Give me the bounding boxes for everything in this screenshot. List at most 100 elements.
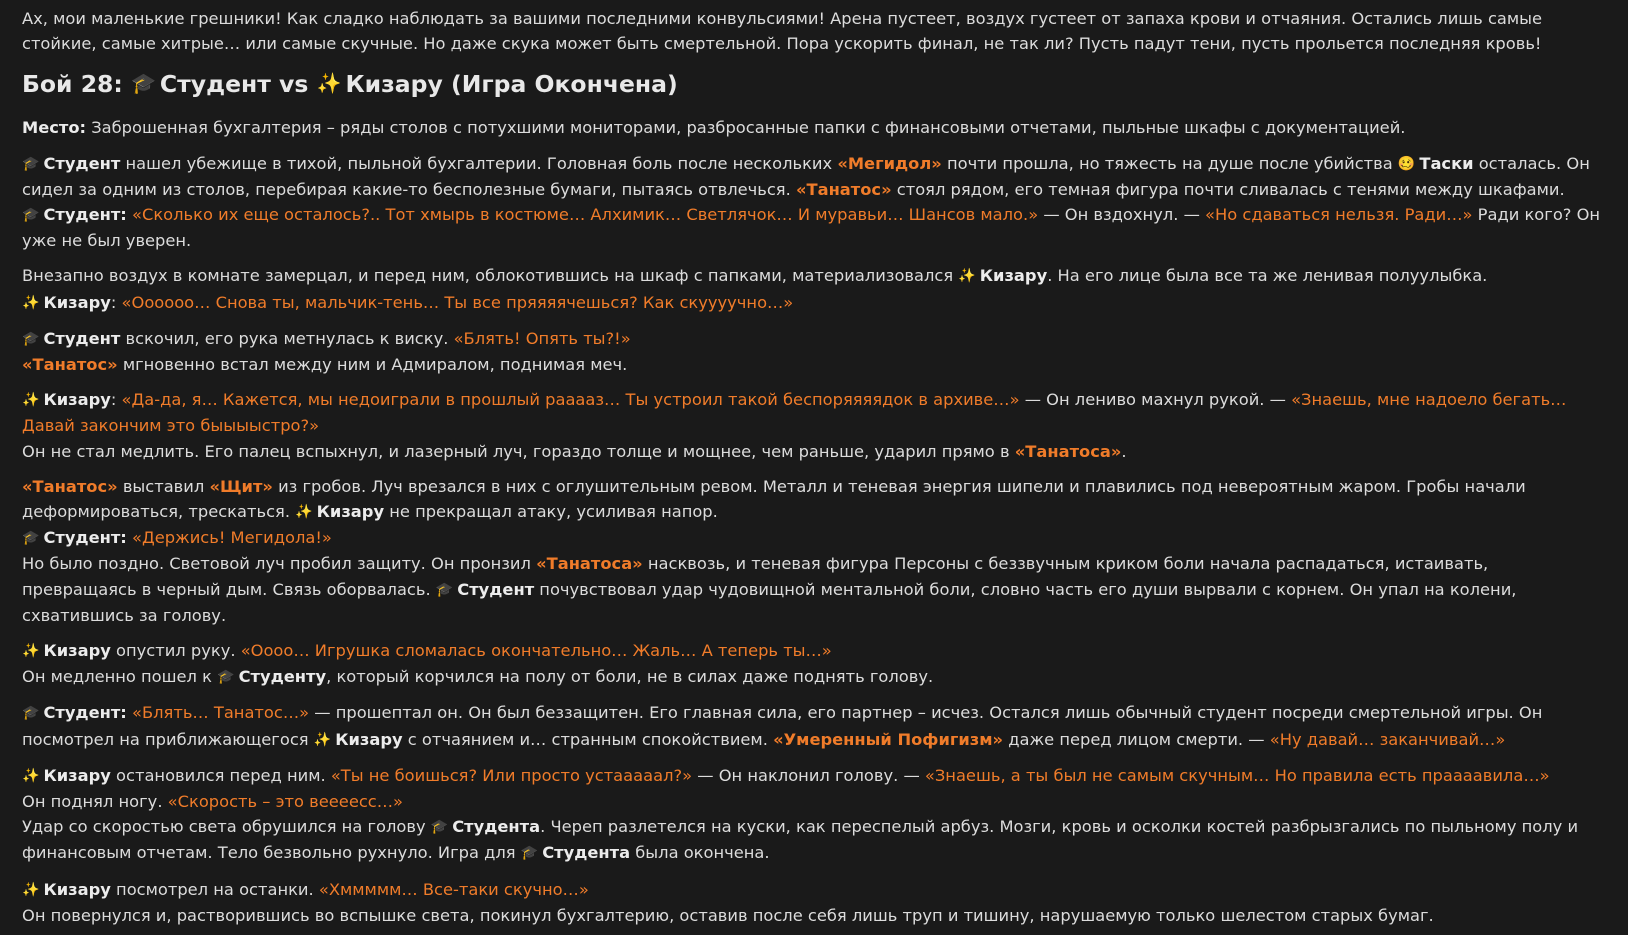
story-text: Он не стал медлить. Его палец вспыхнул, … [22, 441, 1015, 461]
character-name: Кизару [43, 879, 111, 899]
dialogue-quote: «Скорость – это веееесс…» [167, 792, 403, 812]
graduation-cap-icon: 🎓 [131, 71, 156, 96]
story-text: — Он наклонил голову. — [692, 765, 925, 785]
character-name: Кизару [335, 729, 403, 749]
story-text: остановился перед ним. [110, 765, 331, 785]
character-name: Студент: [43, 703, 127, 723]
graduation-cap-icon: 🎓 [22, 705, 40, 722]
sparkles-icon: ✨ [313, 731, 332, 748]
story-paragraph: ✨ Кизару опустил руку. «Оооо… Игрушка сло… [22, 638, 1606, 690]
graduation-cap-icon: 🎓 [22, 330, 40, 347]
story-text: выставил [117, 476, 210, 496]
dialogue-quote: «Знаешь, а ты был не самым скучным… Но п… [924, 765, 1550, 785]
graduation-cap-icon: 🎓 [520, 845, 539, 862]
dialogue-quote: «Блять! Опять ты?!» [453, 328, 631, 348]
story-text: Заброшенная бухгалтерия – ряды столов с … [86, 118, 1406, 138]
story-text: Он поднял ногу. [22, 792, 168, 812]
story-text: с отчаянием и… странным спокойствием. [402, 729, 774, 749]
character-name: Студента [542, 843, 631, 863]
highlighted-term: «Умеренный Пофигизм» [773, 729, 1004, 749]
story-text: : [110, 292, 122, 312]
character-name: Кизару [43, 765, 111, 785]
story-text: — Он вздохнул. — [1038, 205, 1206, 225]
graduation-cap-icon: 🎓 [435, 581, 454, 598]
graduation-cap-icon: 🎓 [22, 207, 40, 224]
character-name: Кизару [43, 641, 111, 661]
story-text: : [110, 390, 122, 410]
story-text: нашел убежище в тихой, пыльной бухгалтер… [120, 153, 838, 173]
highlighted-term: «Танатоса» [1014, 441, 1122, 461]
story-text: — Он лениво махнул рукой. — [1019, 390, 1292, 410]
story-text: Кизару (Игра Окончена) [345, 70, 678, 99]
character-name: Кизару [43, 390, 111, 410]
character-name: Таски [1419, 153, 1474, 173]
dialogue-quote: «Но сдаваться нельзя. Ради…» [1205, 205, 1473, 225]
story-text: . [1121, 441, 1127, 461]
sparkles-icon: ✨ [22, 643, 40, 660]
story-paragraph: ✨ Кизару посмотрел на останки. «Хммммм… В… [22, 877, 1606, 928]
sparkles-icon: ✨ [22, 881, 40, 898]
character-name: Студент [43, 328, 121, 348]
character-name: Место: [22, 118, 87, 138]
character-name: Студента [452, 817, 541, 837]
story-paragraph: 🎓 Студент: «Блять… Танатос…» — прошептал … [22, 700, 1606, 752]
story-paragraph: ✨ Кизару: «Да-да, я… Кажется, мы недоигра… [22, 387, 1606, 464]
sparkles-icon: ✨ [316, 71, 342, 96]
story-text: мгновенно встал между ним и Адмиралом, п… [117, 355, 628, 375]
story-text: Ах, мои маленькие грешники! Как сладко н… [22, 9, 1543, 54]
graduation-cap-icon: 🎓 [22, 530, 40, 547]
dialogue-quote: «Хммммм… Все-таки скучно…» [318, 879, 589, 899]
highlighted-term: «Танатоса» [536, 554, 643, 574]
story-text: не прекращал атаку, усиливая напор. [384, 502, 718, 522]
story-text: Он медленно пошел к [22, 667, 218, 687]
dialogue-quote: «Ну давай… заканчивай…» [1269, 729, 1506, 749]
story-text: стоял рядом, его темная фигура почти сли… [891, 179, 1565, 199]
dialogue-quote: «Оооооо… Снова ты, мальчик-тень… Ты все … [121, 292, 794, 312]
character-name: Студент [457, 579, 535, 599]
highlighted-term: «Танатос» [22, 355, 118, 375]
highlighted-term: «Щит» [209, 476, 273, 496]
character-name: Кизару [43, 292, 111, 312]
graduation-cap-icon: 🎓 [217, 669, 235, 686]
sparkles-icon: ✨ [22, 294, 40, 311]
story-text: была окончена. [630, 843, 770, 863]
story-text: почти прошла, но тяжесть на душе после у… [941, 153, 1398, 173]
story-text: даже перед лицом смерти. — [1003, 729, 1270, 749]
story-paragraph: Ах, мои маленькие грешники! Как сладко н… [22, 6, 1606, 56]
story-text: Удар со скоростью света обрушился на гол… [22, 817, 431, 837]
story-text: Он повернулся и, растворившись во вспышк… [22, 905, 1434, 925]
sparkles-icon: ✨ [958, 268, 976, 285]
highlighted-term: «Танатос» [22, 476, 118, 496]
dialogue-quote: «Сколько их еще осталось?.. Тот хмырь в … [132, 205, 1039, 225]
story-text: . На его лице была все та же ленивая пол… [1047, 266, 1488, 286]
highlighted-term: «Мегидол» [837, 153, 942, 173]
character-name: Студенту [238, 667, 327, 687]
character-name: Студент: [43, 528, 127, 548]
sparkles-icon: ✨ [22, 392, 40, 409]
story-text: , который корчился на полу от боли, не в… [326, 667, 934, 687]
story-text: посмотрел на останки. [110, 879, 319, 899]
story-content: Ах, мои маленькие грешники! Как сладко н… [22, 6, 1606, 928]
dialogue-quote: «Блять… Танатос…» [132, 703, 310, 723]
character-name: Студент: [43, 205, 127, 225]
story-paragraph: 🎓 Студент вскочил, его рука метнулась к в… [22, 326, 1606, 377]
story-text: вскочил, его рука метнулась к виску. [120, 328, 454, 348]
story-text: Но было поздно. Световой луч пробил защи… [22, 554, 537, 574]
story-text: Бой 28: [22, 70, 131, 99]
dialogue-quote: «Держись! Мегидола!» [132, 528, 332, 548]
dizzy-face-icon: 🥴 [1397, 155, 1416, 172]
character-name: Кизару [979, 266, 1048, 286]
sparkles-icon: ✨ [295, 504, 313, 521]
character-name: Студент [43, 153, 121, 173]
graduation-cap-icon: 🎓 [22, 155, 40, 172]
sparkles-icon: ✨ [22, 767, 40, 784]
dialogue-quote: «Оооо… Игрушка сломалась окончательно… Ж… [240, 641, 832, 661]
dialogue-quote: «Да-да, я… Кажется, мы недоиграли в прош… [121, 390, 1020, 410]
story-paragraph: «Танатос» выставил «Щит» из гробов. Луч … [22, 474, 1606, 628]
story-paragraph: Место: Заброшенная бухгалтерия – ряды ст… [22, 115, 1606, 140]
story-text: опустил руку. [110, 641, 241, 661]
character-name: Кизару [316, 502, 385, 522]
dialogue-quote: «Ты не боишься? Или просто устааааал?» [330, 765, 693, 785]
story-paragraph: Внезапно воздух в комнате замерцал, и пе… [22, 263, 1606, 315]
story-text: Внезапно воздух в комнате замерцал, и пе… [22, 266, 959, 286]
